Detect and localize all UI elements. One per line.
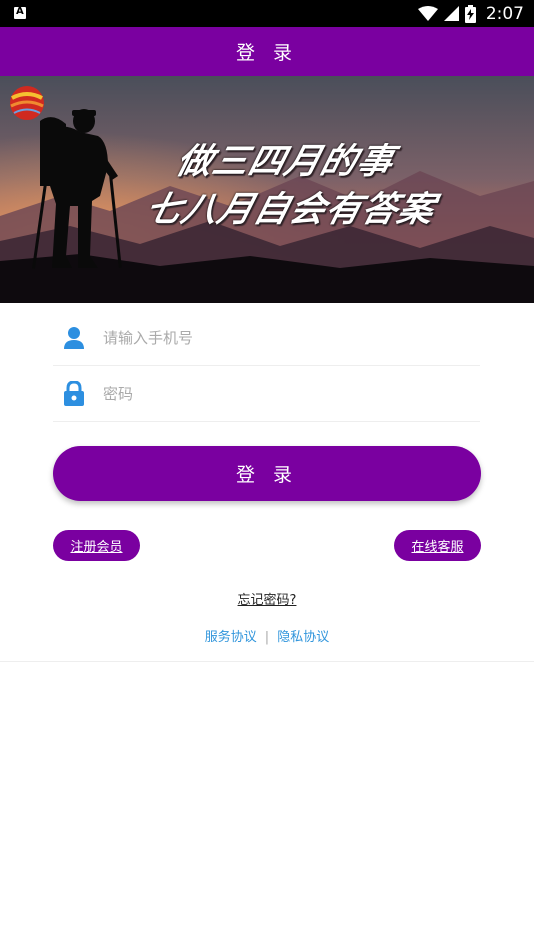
forgot-password-link[interactable]: 忘记密码?: [238, 593, 297, 608]
status-right: 2:07: [417, 2, 524, 25]
agreements-separator: |: [264, 630, 270, 645]
status-time: 2:07: [485, 3, 524, 24]
notification-app-icon: [14, 6, 26, 19]
battery-charging-icon: [464, 4, 476, 23]
signal-icon: [443, 5, 459, 21]
brand-logo: [10, 86, 44, 120]
service-agreement-link[interactable]: 服务协议: [205, 630, 257, 645]
password-input[interactable]: [101, 378, 475, 410]
lock-icon: [64, 381, 84, 406]
login-button[interactable]: 登 录: [53, 446, 481, 501]
phone-field: [53, 310, 480, 366]
phone-input[interactable]: [101, 322, 475, 354]
user-icon: [64, 327, 84, 349]
wifi-icon: [417, 5, 438, 21]
bottom-divider: [0, 661, 534, 662]
password-field: [53, 366, 480, 422]
page-title: 登 录: [235, 42, 299, 64]
banner-slogan-line1: 做三四月的事: [172, 142, 399, 182]
status-bar: 2:07: [0, 0, 534, 27]
agreements-row: 服务协议 | 隐私协议: [0, 626, 534, 645]
register-button[interactable]: 注册会员: [53, 530, 140, 561]
login-form: [53, 310, 480, 422]
forgot-password-row: 忘记密码?: [0, 589, 534, 608]
customer-service-button[interactable]: 在线客服: [394, 530, 481, 561]
privacy-agreement-link[interactable]: 隐私协议: [277, 630, 329, 645]
title-bar: 登 录: [0, 27, 534, 76]
banner-slogan-line2: 七八月自会有答案: [141, 190, 440, 230]
banner-image: 做三四月的事 七八月自会有答案: [0, 76, 534, 303]
